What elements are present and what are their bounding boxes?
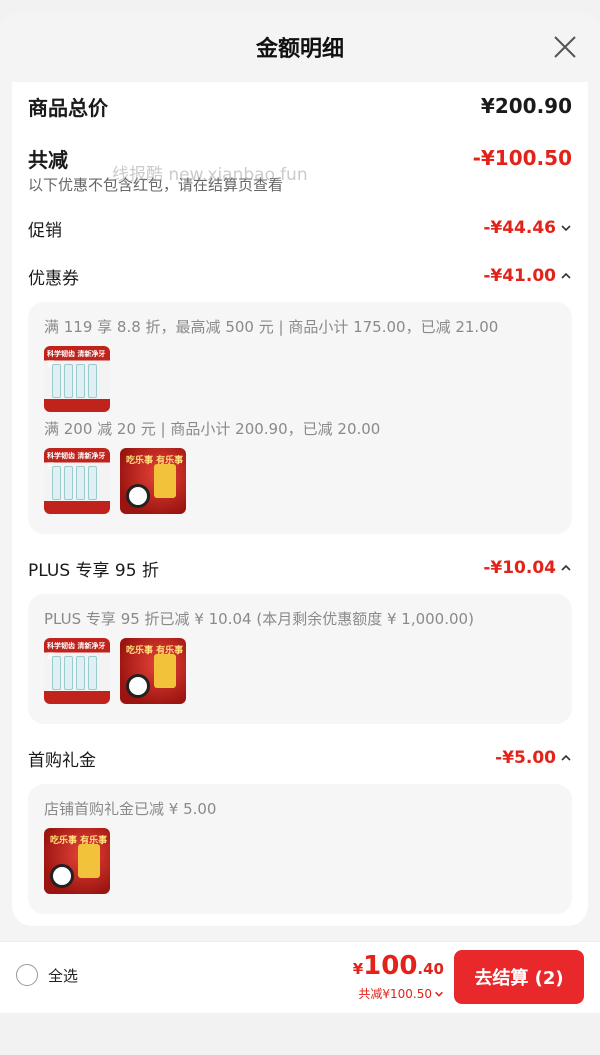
price-yen: ¥	[352, 960, 364, 978]
firstbuy-line-1: 店铺首购礼金已减 ¥ 5.00	[44, 800, 217, 818]
tube-shape	[52, 466, 61, 500]
firstbuy-value: -¥5.00	[495, 748, 556, 768]
tube-shape	[88, 364, 97, 398]
snack-cup-shape	[78, 844, 100, 878]
snack-thumbnail[interactable]: 吃乐事 有乐事	[120, 448, 186, 514]
price-reduce-text: 共减¥100.50	[358, 987, 432, 1001]
coupon-line-1: 满 119 享 8.8 折，最高减 500 元 | 商品小计 175.00，已减…	[44, 318, 499, 336]
price-reduce-toggle[interactable]: 共减¥100.50	[353, 985, 444, 1002]
coupon-thumbs-2: 科学韧齿 清新净牙石 吃乐事 有乐事	[44, 448, 556, 514]
total-row: 商品总价 ¥200.90	[28, 82, 572, 130]
tube-shape	[52, 364, 61, 398]
tube-shape	[76, 364, 85, 398]
plus-thumbs: 科学韧齿 清新净牙石 吃乐事 有乐事	[44, 638, 556, 704]
chevron-up-icon[interactable]	[560, 562, 572, 574]
promo-label: 促销	[28, 220, 62, 241]
coupon-value: -¥41.00	[483, 266, 556, 286]
checkout-button[interactable]: 去结算 (2)	[454, 950, 584, 1004]
modal-header: 金额明细	[0, 12, 600, 82]
plus-row[interactable]: PLUS 专享 95 折 -¥10.04	[28, 546, 572, 590]
tube-shape	[76, 466, 85, 500]
panda-shape	[126, 674, 150, 698]
toothpaste-thumbnail[interactable]: 科学韧齿 清新净牙石	[44, 638, 110, 704]
promo-value: -¥44.46	[483, 218, 556, 238]
checkout-bar: 全选 ¥100.40 共减¥100.50 去结算 (2)	[0, 941, 600, 1013]
toothpaste-thumbnail[interactable]: 科学韧齿 清新净牙石	[44, 346, 110, 412]
firstbuy-thumbs: 吃乐事 有乐事	[44, 828, 556, 894]
snack-cup-shape	[154, 654, 176, 688]
price-summary: ¥100.40 共减¥100.50	[353, 950, 444, 1002]
chevron-up-icon[interactable]	[560, 752, 572, 764]
panda-shape	[50, 864, 74, 888]
snack-thumbnail[interactable]: 吃乐事 有乐事	[120, 638, 186, 704]
coupon-detail-box: 满 119 享 8.8 折，最高减 500 元 | 商品小计 175.00，已减…	[28, 302, 572, 534]
coupon-value-wrap: -¥41.00	[483, 266, 572, 286]
plus-value-wrap: -¥10.04	[483, 558, 572, 578]
detail-content: 商品总价 ¥200.90 共减 -¥100.50 以下优惠不包含红包，请在结算页…	[12, 82, 588, 926]
plus-line-1: PLUS 专享 95 折已减 ¥ 10.04 (本月剩余优惠额度 ¥ 1,000…	[44, 610, 474, 628]
firstbuy-label: 首购礼金	[28, 750, 96, 771]
coupon-row[interactable]: 优惠券 -¥41.00	[28, 254, 572, 298]
tube-shape	[64, 364, 73, 398]
tube-shape	[52, 656, 61, 690]
total-price: ¥100.40	[353, 950, 444, 985]
chevron-down-icon[interactable]	[560, 222, 572, 234]
firstbuy-detail-box: 店铺首购礼金已减 ¥ 5.00 吃乐事 有乐事	[28, 784, 572, 914]
promo-row[interactable]: 促销 -¥44.46	[28, 206, 572, 250]
snack-cup-shape	[154, 464, 176, 498]
modal-title: 金额明细	[255, 37, 344, 62]
close-icon[interactable]	[552, 34, 578, 60]
chevron-down-icon	[435, 991, 443, 997]
total-value: ¥200.90	[480, 94, 572, 118]
total-label: 商品总价	[28, 95, 108, 120]
redpacket-note: 以下优惠不包含红包，请在结算页查看	[28, 176, 284, 194]
tube-shape	[88, 656, 97, 690]
plus-label: PLUS 专享 95 折	[28, 560, 159, 581]
firstbuy-row[interactable]: 首购礼金 -¥5.00	[28, 736, 572, 780]
tube-shape	[76, 656, 85, 690]
select-all-toggle[interactable]: 全选	[16, 964, 78, 986]
firstbuy-value-wrap: -¥5.00	[495, 748, 572, 768]
reduce-value: -¥100.50	[472, 146, 572, 170]
panda-shape	[126, 484, 150, 508]
reduce-label: 共减	[28, 147, 68, 172]
tube-shape	[88, 466, 97, 500]
snack-thumbnail[interactable]: 吃乐事 有乐事	[44, 828, 110, 894]
chevron-up-icon[interactable]	[560, 270, 572, 282]
promo-value-wrap: -¥44.46	[483, 218, 572, 238]
price-dec: .40	[417, 960, 444, 978]
amount-detail-modal: 金额明细 商品总价 ¥200.90 共减 -¥100.50 以下优惠不包含红包，…	[0, 12, 600, 941]
price-int: 100	[363, 951, 418, 981]
coupon-line-2: 满 200 减 20 元 | 商品小计 200.90，已减 20.00	[44, 420, 381, 438]
tube-shape	[64, 656, 73, 690]
coupon-label: 优惠券	[28, 268, 79, 289]
coupon-thumbs-1: 科学韧齿 清新净牙石	[44, 346, 556, 412]
toothpaste-thumbnail[interactable]: 科学韧齿 清新净牙石	[44, 448, 110, 514]
plus-value: -¥10.04	[483, 558, 556, 578]
tube-shape	[64, 466, 73, 500]
select-all-radio[interactable]	[16, 964, 38, 986]
select-all-label: 全选	[48, 966, 79, 985]
plus-detail-box: PLUS 专享 95 折已减 ¥ 10.04 (本月剩余优惠额度 ¥ 1,000…	[28, 594, 572, 724]
